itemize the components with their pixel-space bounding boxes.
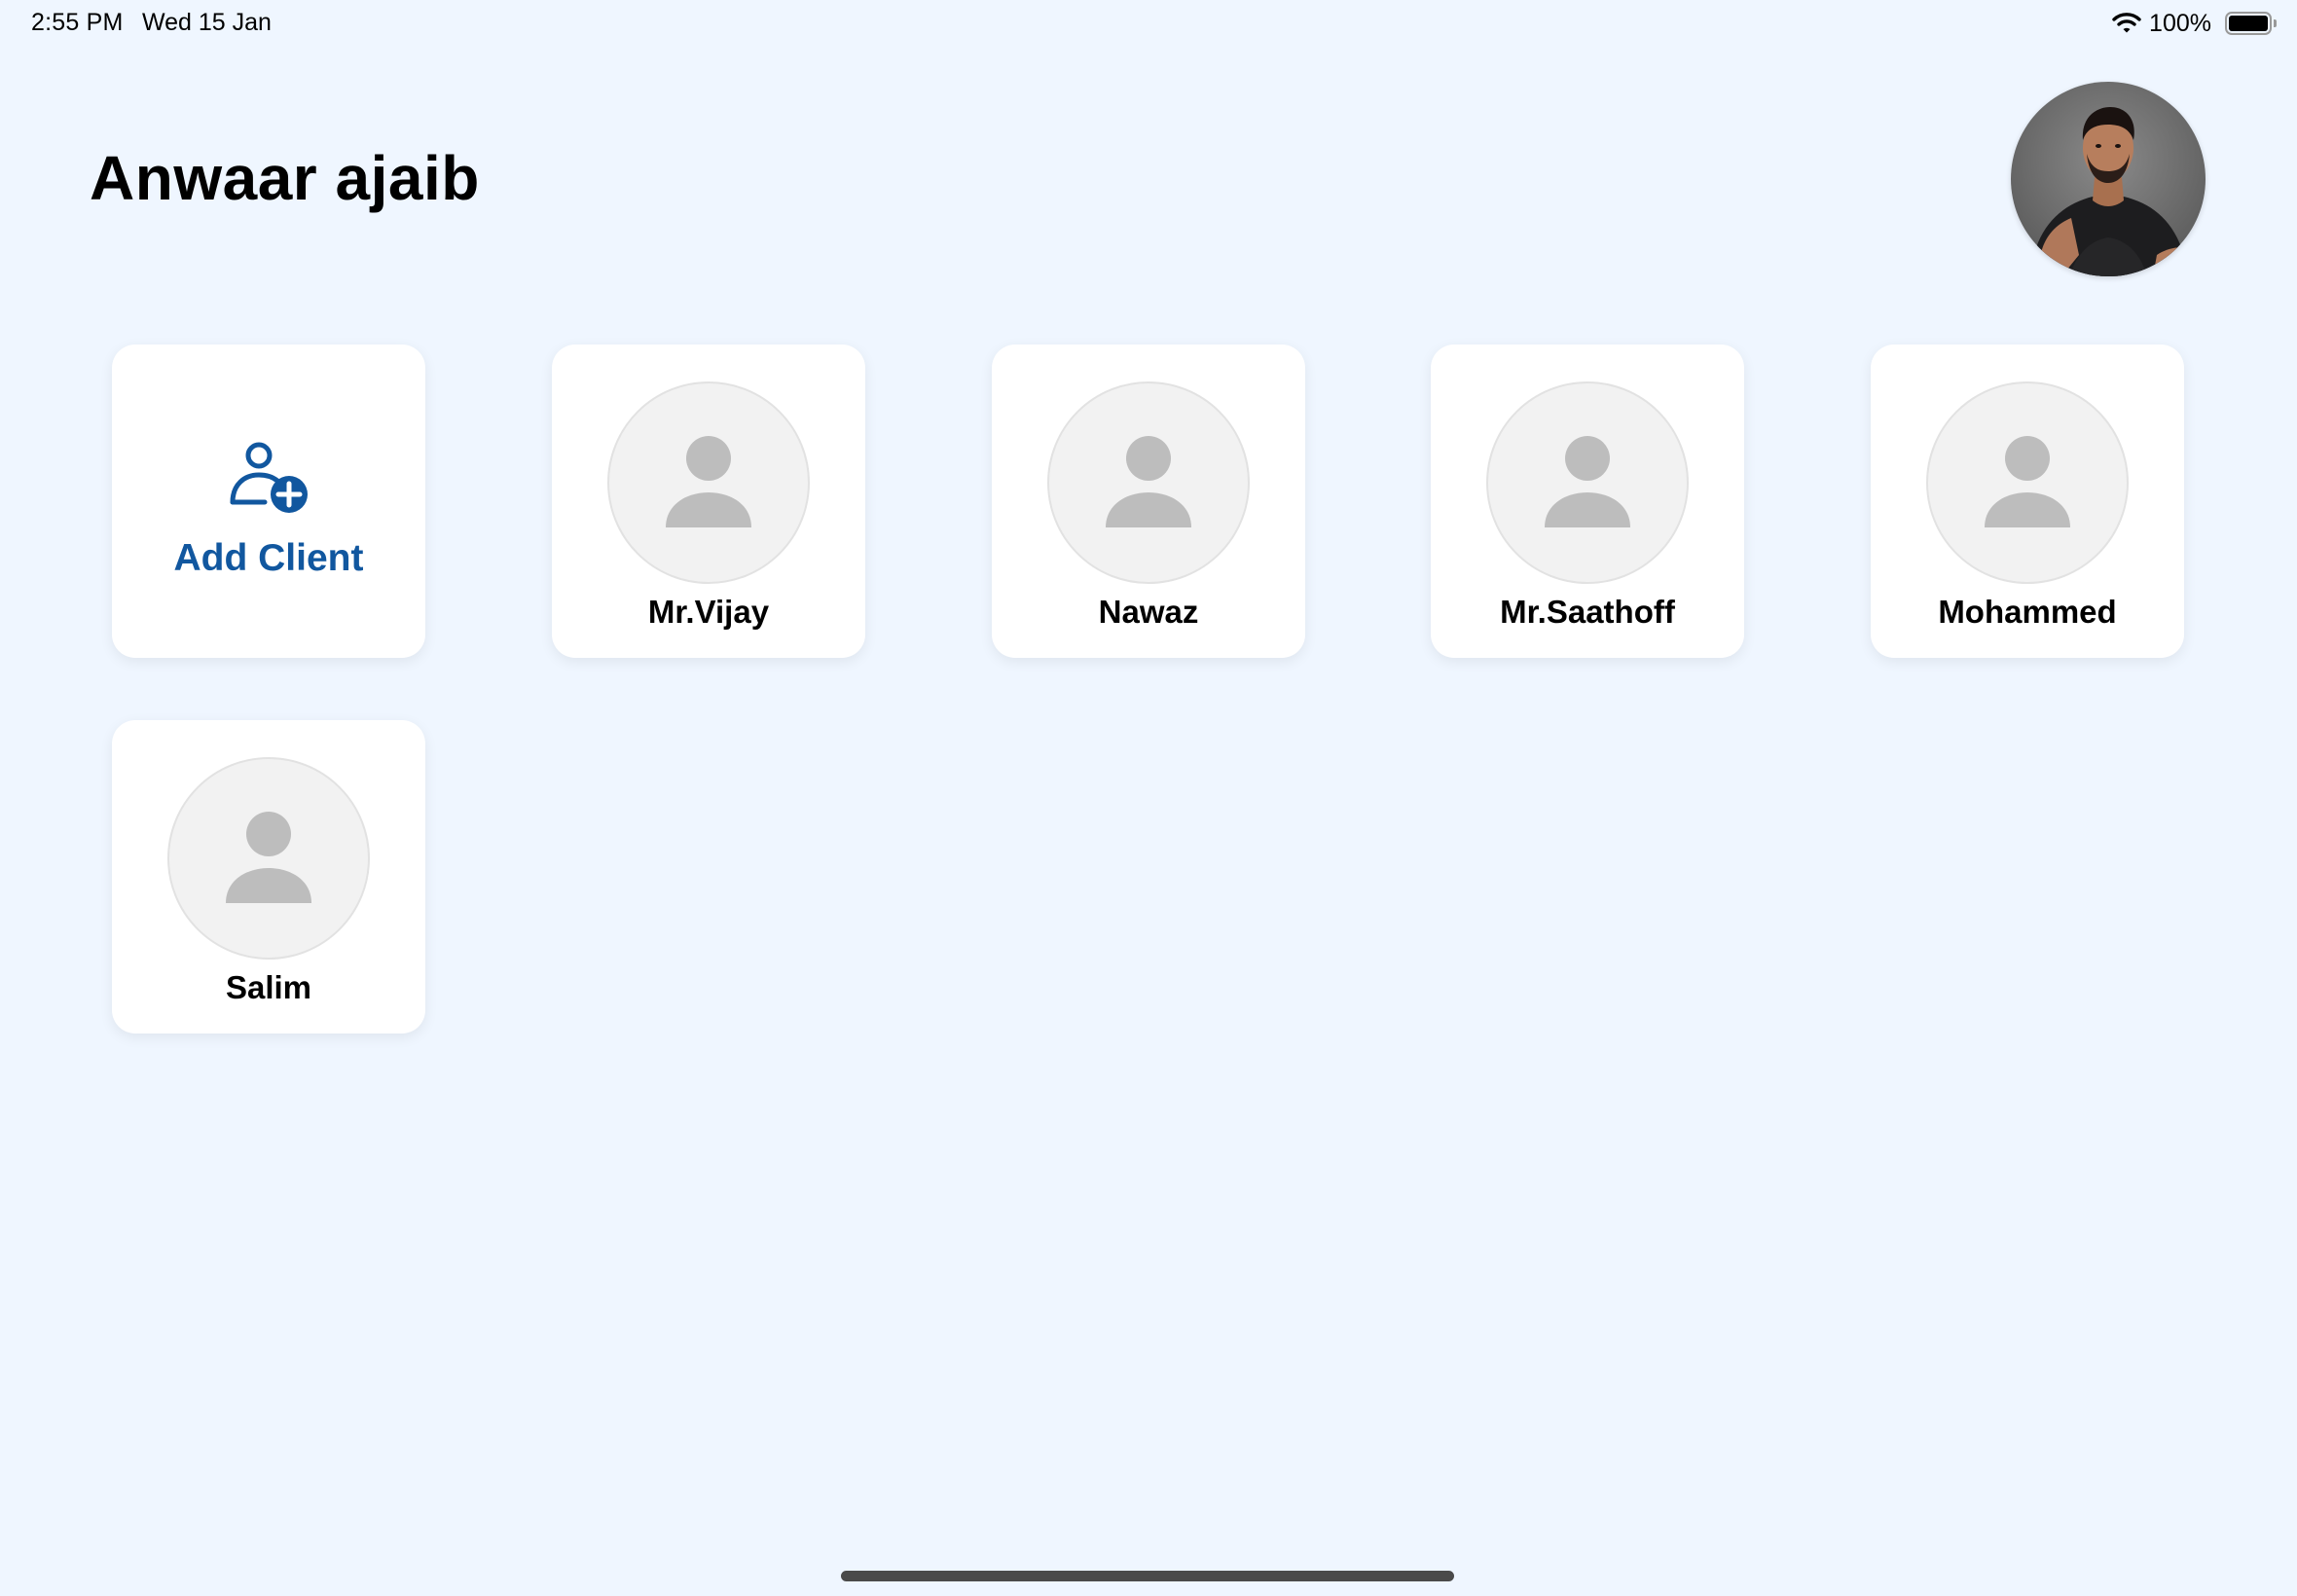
client-avatar <box>607 381 810 584</box>
client-card[interactable]: Mr.Saathoff <box>1431 345 1744 658</box>
wifi-icon <box>2112 12 2141 35</box>
client-avatar <box>167 757 370 960</box>
battery-fill <box>2229 16 2268 31</box>
client-name: Salim <box>225 969 312 1005</box>
page-title: Anwaar ajaib <box>90 143 480 213</box>
person-placeholder-icon <box>1545 436 1630 527</box>
person-placeholder-icon <box>666 436 751 527</box>
client-name: Mr.Saathoff <box>1500 594 1675 630</box>
person-add-icon <box>230 438 310 519</box>
client-card[interactable]: Mr.Vijay <box>552 345 865 658</box>
status-bar: 2:55 PM Wed 15 Jan 100% <box>0 0 2297 49</box>
battery-percentage: 100% <box>2149 9 2211 37</box>
battery-cap <box>2274 19 2277 27</box>
person-placeholder-icon <box>226 812 311 903</box>
client-card[interactable]: Mohammed <box>1871 345 2184 658</box>
status-time: 2:55 PM <box>31 9 124 36</box>
profile-avatar[interactable] <box>2011 82 2206 276</box>
person-placeholder-icon <box>1106 436 1191 527</box>
client-avatar <box>1926 381 2129 584</box>
client-name: Nawaz <box>1098 594 1199 630</box>
person-placeholder-icon <box>1985 436 2070 527</box>
client-name: Mr.Vijay <box>647 594 770 630</box>
client-avatar <box>1047 381 1250 584</box>
add-client-label: Add Client <box>173 537 364 579</box>
battery-icon <box>2225 12 2277 35</box>
status-indicators: 100% <box>2112 8 2277 39</box>
client-avatar <box>1486 381 1689 584</box>
home-indicator[interactable] <box>841 1571 1454 1581</box>
profile-photo-icon <box>2011 82 2206 276</box>
client-name: Mohammed <box>1938 594 2117 630</box>
client-card[interactable]: Nawaz <box>992 345 1305 658</box>
status-date: Wed 15 Jan <box>142 9 272 36</box>
add-client-card[interactable]: Add Client <box>112 345 425 658</box>
client-card[interactable]: Salim <box>112 720 425 1034</box>
